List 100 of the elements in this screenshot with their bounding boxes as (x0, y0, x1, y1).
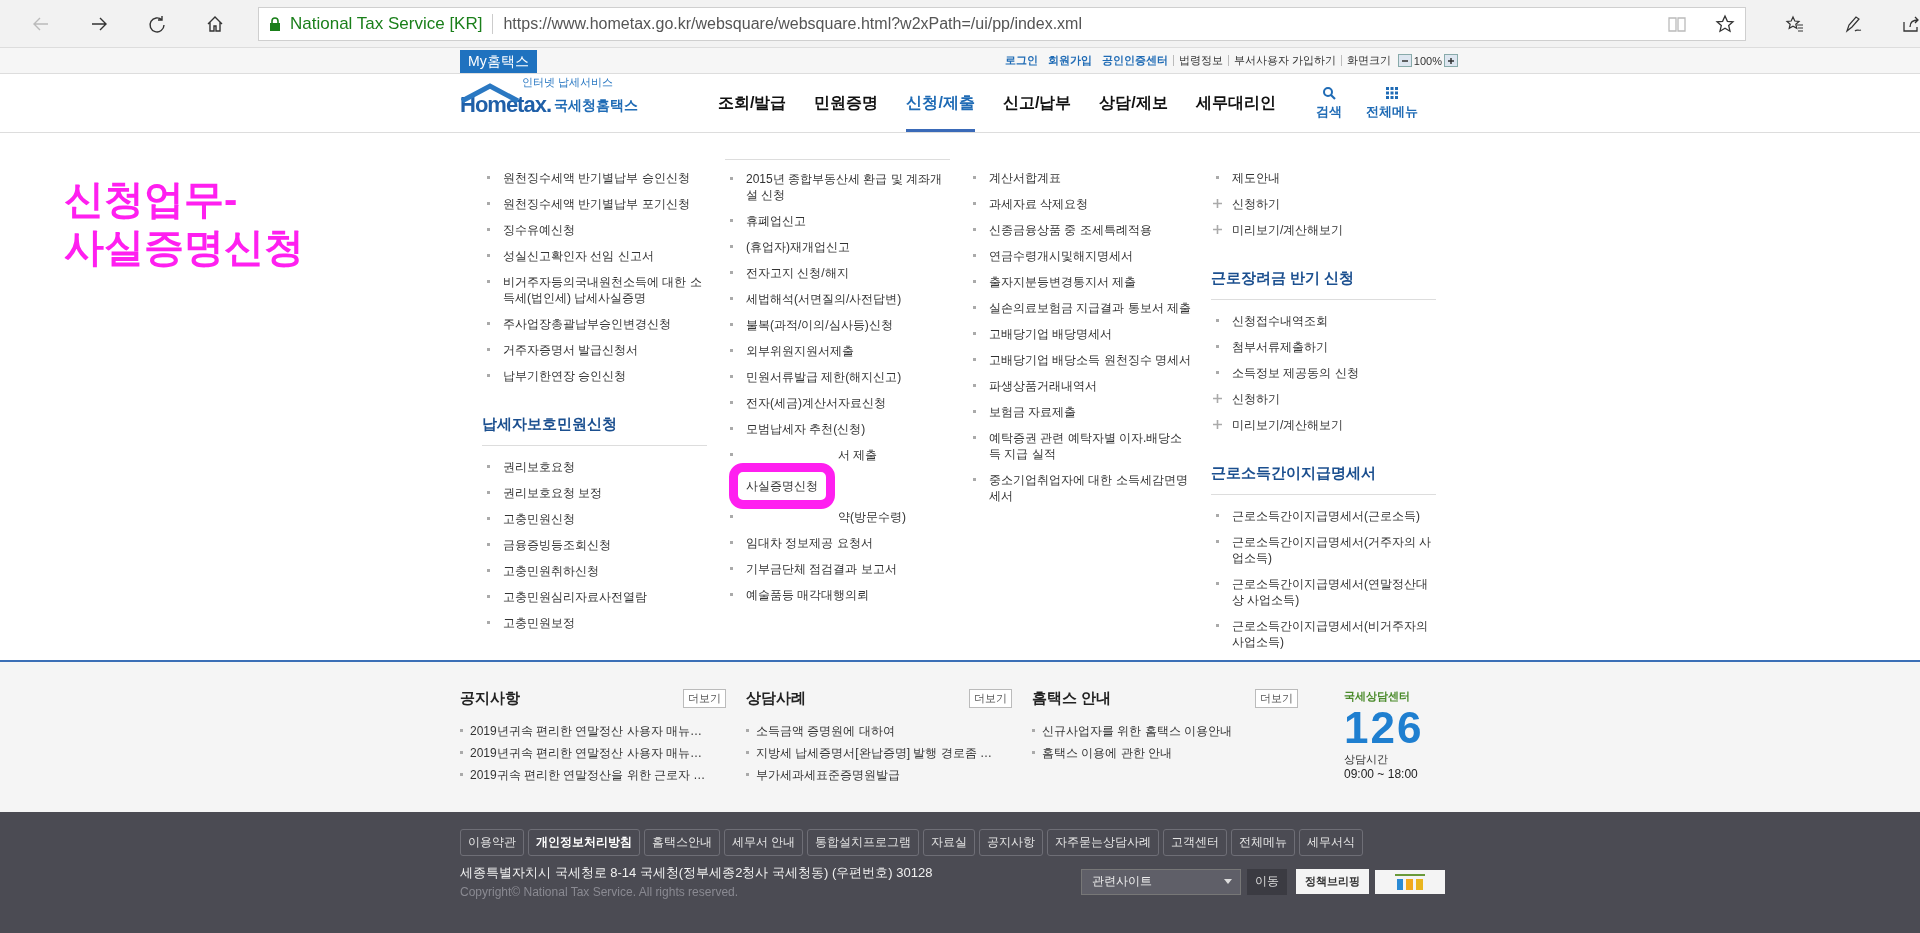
menu-link[interactable]: 보험금 자료제출 (989, 404, 1077, 420)
footer-link[interactable]: 고객센터 (1163, 829, 1228, 856)
menu-link[interactable]: 원천징수세액 반기별납부 포기신청 (503, 196, 690, 212)
menu-link[interactable]: 임대차 정보제공 요청서 (746, 535, 873, 551)
menu-link[interactable]: 신청접수내역조회 (1232, 313, 1328, 329)
policy-briefing-banner[interactable]: 정책브리핑 (1296, 869, 1369, 894)
menu-link[interactable]: 주사업장총괄납부승인변경신청 (503, 316, 671, 332)
nav-tab[interactable]: 상담/제보 (1099, 74, 1168, 132)
menu-link[interactable]: 고배당기업 배당명세서 (989, 326, 1113, 342)
menu-link[interactable]: 미리보기/계산해보기 (1232, 417, 1344, 433)
call-center-banner[interactable] (1375, 868, 1445, 895)
menu-link[interactable]: 신청하기 (1232, 196, 1280, 212)
menu-link[interactable]: 근로소득간이지급명세서(비거주자의 사업소득) (1232, 618, 1436, 650)
nav-tab[interactable]: 신고/납부 (1002, 74, 1072, 132)
menu-link[interactable]: 민원서류발급 제한(해지신고) (746, 369, 902, 385)
menu-link[interactable]: 고충민원심리자료사전열람 (503, 589, 647, 605)
footer-link[interactable]: 이용약관 (460, 829, 524, 856)
menu-link[interactable]: 고충민원취하신청 (503, 563, 599, 579)
all-menu-button[interactable]: 전체메뉴 (1365, 85, 1418, 121)
menu-link[interactable]: 실손의료보험금 지급결과 통보서 제출 (989, 300, 1191, 316)
notice-link[interactable]: 2019귀속 편리한 연말정산을 위한 근로자 … (460, 764, 726, 786)
top-link[interactable]: 로그인 (999, 55, 1043, 66)
footer-link[interactable]: 홈택스안내 (644, 829, 720, 856)
menu-link[interactable]: 파생상품거래내역서 (989, 378, 1097, 394)
nav-tab[interactable]: 민원증명 (814, 74, 879, 132)
zoom-out-button[interactable] (1397, 54, 1412, 67)
menu-link[interactable]: 불복(과적/이의/심사등)신청 (746, 317, 893, 333)
notice-link[interactable]: 홈택스 이용에 관한 안내 (1032, 742, 1298, 764)
top-link[interactable]: 공인인증센터 (1096, 55, 1173, 66)
menu-link[interactable]: 모범납세자 추천(신청) (746, 421, 866, 437)
more-button[interactable]: 더보기 (683, 689, 726, 708)
menu-link[interactable]: 납부기한연장 승인신청 (503, 368, 627, 384)
menu-link[interactable]: 예탁증권 관련 예탁자별 이자.배당소득 지급 실적 (989, 430, 1193, 462)
menu-link[interactable]: 미리보기/계산해보기 (1232, 222, 1344, 238)
menu-link[interactable]: 근로소득간이지급명세서(연말정산대상 사업소득) (1232, 576, 1436, 608)
menu-link[interactable]: 신종금융상품 중 조세특례적용 (989, 222, 1152, 238)
star-icon[interactable] (1715, 13, 1735, 34)
menu-link[interactable]: 고배당기업 배당소득 원천징수 명세서 (989, 352, 1191, 368)
footer-link[interactable]: 세무서 안내 (724, 829, 804, 856)
menu-link[interactable]: 제도안내 (1232, 170, 1280, 186)
nav-tab[interactable]: 신청/제출 (906, 74, 975, 132)
menu-link[interactable]: 고충민원보정 (503, 615, 575, 631)
nav-tab[interactable]: 세무대리인 (1195, 74, 1276, 132)
menu-link[interactable]: 계산서합계표 (989, 170, 1061, 186)
footer-link[interactable]: 공지사항 (979, 829, 1044, 856)
top-link[interactable]: 회원가입 (1042, 55, 1097, 66)
menu-link[interactable]: 소득정보 제공동의 신청 (1232, 365, 1359, 381)
footer-link[interactable]: 통합설치프로그램 (807, 829, 920, 856)
notice-link[interactable]: 부가세과세표준증명원발급 (746, 764, 1012, 786)
menu-link[interactable]: 예술품등 매각대행의뢰 (746, 587, 870, 603)
menu-link[interactable]: (휴업자)재개업신고 (746, 239, 850, 255)
menu-link[interactable]: 원천징수세액 반기별납부 승인신청 (503, 170, 690, 186)
menu-link[interactable]: 세법해석(서면질의/사전답변) (746, 291, 902, 307)
footer-link[interactable]: 개인정보처리방침 (528, 829, 640, 856)
search-button[interactable]: 검색 (1315, 85, 1342, 121)
top-link[interactable]: 화면크기 (1340, 55, 1396, 66)
menu-link[interactable]: 과세자료 삭제요청 (989, 196, 1089, 212)
menu-link[interactable]: 약(방문수령) (746, 509, 906, 525)
menu-link[interactable]: 연금수령개시및해지명세서 (989, 248, 1133, 264)
top-link[interactable]: 법령정보 (1172, 55, 1228, 66)
menu-link[interactable]: 전자고지 신청/해지 (746, 265, 849, 281)
menu-link[interactable]: 고충민원신청 (503, 511, 575, 527)
menu-link[interactable]: 기부금단체 점검결과 보고서 (746, 561, 897, 577)
refresh-icon[interactable] (147, 13, 167, 34)
menu-link[interactable]: 비거주자등의국내원천소득에 대한 소득세(법인세) 납세사실증명 (503, 274, 707, 306)
menu-link[interactable]: 성실신고확인자 선임 신고서 (503, 248, 654, 264)
notice-link[interactable]: 소득금액 증명원에 대하여 (746, 720, 1012, 742)
zoom-in-button[interactable] (1444, 54, 1458, 67)
menu-link[interactable]: 중소기업취업자에 대한 소득세감면명세서 (989, 472, 1193, 504)
menu-link[interactable]: 권리보호요청 (503, 459, 575, 475)
menu-link[interactable]: 서 제출 (746, 447, 878, 463)
top-link[interactable]: 부서사용자 가입하기 (1227, 55, 1341, 66)
more-button[interactable]: 더보기 (1255, 689, 1298, 708)
my-hometax-tab[interactable]: My홈택스 (460, 50, 537, 73)
menu-link[interactable]: 사실증명신청 (729, 463, 835, 509)
footer-link[interactable]: 자주묻는상담사례 (1047, 829, 1160, 856)
notice-link[interactable]: 2019년귀속 편리한 연말정산 사용자 매뉴… (460, 720, 726, 742)
notice-link[interactable]: 신규사업자를 위한 홈택스 이용안내 (1032, 720, 1298, 742)
menu-link[interactable]: 신청하기 (1232, 391, 1280, 407)
go-button[interactable]: 이동 (1247, 868, 1287, 895)
footer-link[interactable]: 자료실 (923, 829, 976, 856)
menu-link[interactable]: 거주자증명서 발급신청서 (503, 342, 639, 358)
menu-link[interactable]: 전자(세금)계산서자료신청 (746, 395, 886, 411)
related-sites-dropdown[interactable]: 관련사이트 (1081, 868, 1241, 895)
menu-link[interactable]: 휴폐업신고 (746, 213, 806, 229)
menu-link[interactable]: 권리보호요청 보정 (503, 485, 603, 501)
footer-link[interactable]: 세무서식 (1299, 829, 1364, 856)
menu-link[interactable]: 근로소득간이지급명세서(근로소득) (1232, 508, 1420, 524)
address-bar[interactable]: National Tax Service [KR] https://www.hometax.go.kr/websquare/websquare.html?w2xPath=/ui/pp/index.xml (258, 6, 1746, 41)
menu-link[interactable]: 첨부서류제출하기 (1232, 339, 1328, 355)
menu-link[interactable]: 외부위원지원서제출 (746, 343, 854, 359)
menu-link[interactable]: 출자지분등변경통지서 제출 (989, 274, 1137, 290)
nav-tab[interactable]: 조회/발급 (718, 74, 787, 132)
menu-link[interactable]: 근로소득간이지급명세서(거주자의 사업소득) (1232, 534, 1436, 566)
menu-link[interactable]: 금융증빙등조회신청 (503, 537, 611, 553)
more-button[interactable]: 더보기 (969, 689, 1012, 708)
hometax-logo[interactable]: 인터넷 납세서비스 Hometax.국세청홈택스 (460, 74, 660, 132)
notice-link[interactable]: 2019년귀속 편리한 연말정산 사용자 매뉴… (460, 742, 726, 764)
menu-link[interactable]: 2015년 종합부동산세 환급 및 계좌개설 신청 (746, 171, 950, 203)
notice-link[interactable]: 지방세 납세증명서[완납증명] 발행 경로좀 … (746, 742, 1012, 764)
